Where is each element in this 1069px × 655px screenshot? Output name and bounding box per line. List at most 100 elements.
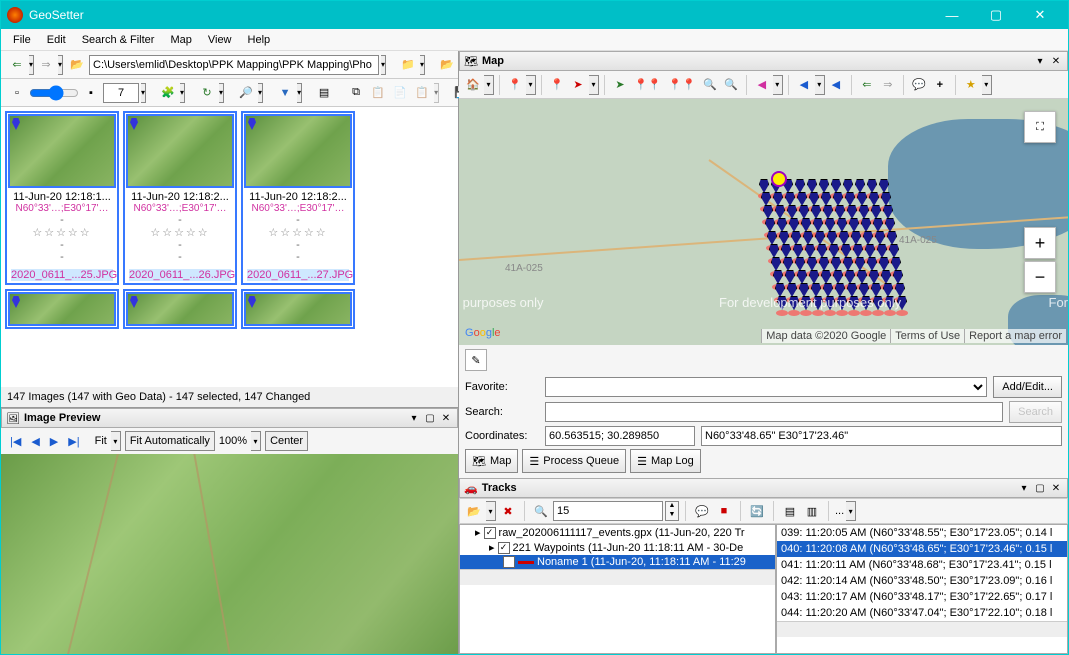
thumbnail-card[interactable]: 11-Jun-20 12:18:2... N60°33'…;E30°17'… -… (241, 111, 355, 285)
pin-yellow-icon[interactable]: 📍 (505, 74, 525, 96)
search-icon[interactable]: 🔎 (236, 82, 256, 104)
track-comment-icon[interactable]: 💬 (692, 500, 712, 522)
map-tool-home-icon[interactable]: 🏠 (463, 74, 483, 96)
menu-view[interactable]: View (200, 32, 240, 48)
track-more-label[interactable]: ... (835, 505, 844, 517)
star-drop[interactable]: ▾ (982, 75, 992, 95)
tracks-dropdown-icon[interactable]: ▾ (1017, 483, 1031, 494)
coords-dms-input[interactable] (701, 426, 1062, 446)
map-forward-icon[interactable]: ⇒ (878, 74, 898, 96)
flag-pink-drop[interactable]: ▾ (773, 75, 783, 95)
last-image-icon[interactable]: ▶| (65, 431, 82, 451)
list-scrollbar[interactable] (777, 621, 1067, 637)
map-close-icon[interactable]: ✕ (1049, 56, 1063, 67)
tree-gpx-row[interactable]: ▸ ✓ raw_202006111117_events.gpx (11-Jun-… (460, 525, 775, 540)
track-open-drop[interactable]: ▾ (486, 501, 496, 521)
thumb-stars[interactable]: ☆☆☆☆☆ (247, 226, 349, 239)
add-edit-button[interactable]: Add/Edit... (993, 376, 1062, 398)
path-input[interactable] (89, 55, 379, 75)
flag-pink-icon[interactable]: ◀ (752, 74, 772, 96)
preview-close-icon[interactable]: ✕ (439, 413, 453, 424)
menu-help[interactable]: Help (240, 32, 279, 48)
menu-search-filter[interactable]: Search & Filter (74, 32, 163, 48)
clipboard-icon[interactable]: 📄 (390, 82, 410, 104)
track-view2-icon[interactable]: ▥ (802, 500, 822, 522)
map-tool-home-drop[interactable]: ▾ (484, 75, 494, 95)
tracks-close-icon[interactable]: ✕ (1049, 483, 1063, 494)
track-spin-input[interactable] (553, 501, 663, 521)
nav-back-dropdown[interactable]: ▾ (29, 55, 34, 75)
fit-dropdown[interactable]: ▾ (111, 431, 121, 451)
nav-back-button[interactable]: ⇐ (7, 54, 27, 76)
track-list-row[interactable]: 044: 11:20:20 AM (N60°33'47.04"; E30°17'… (777, 605, 1067, 621)
map-dropdown-icon[interactable]: ▾ (1033, 56, 1047, 67)
crosshair-icon[interactable]: + (930, 74, 950, 96)
track-list-row[interactable]: 043: 11:20:17 AM (N60°33'48.17"; E30°17'… (777, 589, 1067, 605)
prev-image-icon[interactable]: ◀ (28, 431, 42, 451)
thumbnail-image[interactable] (126, 114, 234, 188)
folder-open-button[interactable]: 📂 (67, 54, 87, 76)
paste-icon[interactable]: 📋 (368, 82, 388, 104)
search-drop[interactable]: ▾ (258, 83, 263, 103)
refresh-drop[interactable]: ▾ (219, 83, 224, 103)
menu-edit[interactable]: Edit (39, 32, 74, 48)
tree-waypoints-row[interactable]: ▸ ✓ 221 Waypoints (11-Jun-20 11:18:11 AM… (460, 540, 775, 555)
star-icon[interactable]: ★ (961, 74, 981, 96)
thumb-stars[interactable]: ☆☆☆☆☆ (11, 226, 113, 239)
menu-map[interactable]: Map (162, 32, 199, 48)
thumbnail-card[interactable]: 11-Jun-20 12:18:2... N60°33'…;E30°17'… -… (123, 111, 237, 285)
thumb-zoom-slider[interactable] (29, 85, 79, 101)
tree-noname-row[interactable]: ✓ Noname 1 (11-Jun-20, 11:18:11 AM - 11:… (460, 555, 775, 569)
nav-forward-button[interactable]: ⇒ (36, 54, 56, 76)
send-to-icon[interactable]: ➤ (610, 74, 630, 96)
pin-red-nav-icon[interactable]: ➤ (568, 74, 588, 96)
zoom-area2-icon[interactable]: 🔍 (721, 74, 741, 96)
filter-icon[interactable]: ▼ (275, 82, 295, 104)
first-image-icon[interactable]: |◀ (7, 431, 24, 451)
view-mode-drop[interactable]: ▾ (180, 83, 185, 103)
nav-forward-dropdown[interactable]: ▾ (58, 55, 63, 75)
tracks-header[interactable]: 🚗 Tracks ▾ ▢ ✕ (459, 478, 1068, 498)
spin-up-icon[interactable]: ▲ (666, 502, 678, 511)
maximize-button[interactable]: ▢ (974, 1, 1018, 29)
view-mode-icon[interactable]: 🧩 (158, 82, 178, 104)
track-sync-icon[interactable]: 🔄 (747, 500, 767, 522)
paste2-drop[interactable]: ▾ (434, 83, 439, 103)
thumbnail-card[interactable] (241, 289, 355, 329)
thumb-stars[interactable]: ☆☆☆☆☆ (129, 226, 231, 239)
thumbnail-card[interactable] (123, 289, 237, 329)
edit-coord-icon[interactable]: ✎ (465, 349, 487, 371)
zoom-out-icon[interactable]: ▫ (7, 82, 27, 104)
flag-blue2-icon[interactable]: ◀ (826, 74, 846, 96)
wp-checkbox[interactable]: ✓ (498, 542, 510, 554)
comment-icon[interactable]: 💬 (909, 74, 929, 96)
thumb-zoom-value[interactable] (103, 83, 139, 103)
tab-map[interactable]: 🗺Map (465, 449, 518, 473)
gpx-checkbox[interactable]: ✓ (484, 527, 496, 539)
pins-cluster2-icon[interactable]: 📍📍 (665, 74, 698, 96)
menu-file[interactable]: File (5, 32, 39, 48)
thumbnail-card[interactable] (5, 289, 119, 329)
attrib-terms[interactable]: Terms of Use (890, 329, 964, 343)
thumb-zoom-dropdown[interactable]: ▾ (141, 83, 146, 103)
folder-fav-dropdown[interactable]: ▾ (420, 55, 425, 75)
map-header[interactable]: 🗺 Map ▾ ✕ (459, 51, 1068, 71)
zoom-percent-dropdown[interactable]: ▾ (251, 431, 261, 451)
fullscreen-icon[interactable]: ⛶ (1024, 111, 1056, 143)
flag-blue-icon[interactable]: ◀ (794, 74, 814, 96)
track-list-row[interactable]: 041: 11:20:11 AM (N60°33'48.68"; E30°17'… (777, 557, 1067, 573)
preview-header[interactable]: 🖼 Image Preview ▾ ▢ ✕ (1, 408, 458, 428)
track-close-icon[interactable]: ✖ (498, 500, 518, 522)
track-view1-icon[interactable]: ▤ (780, 500, 800, 522)
refresh-icon[interactable]: ↻ (197, 82, 217, 104)
fit-mode-button[interactable]: Fit Automatically (125, 431, 215, 451)
folder-tree-icon[interactable]: 📂 (437, 54, 457, 76)
tracks-tree[interactable]: ▸ ✓ raw_202006111117_events.gpx (11-Jun-… (459, 524, 776, 654)
map-canvas[interactable]: 41A-025 41A-025 ⛶ + − velopment purposes… (459, 99, 1068, 345)
folder-fav-icon[interactable]: 📁 (398, 54, 418, 76)
center-button[interactable]: Center (265, 431, 308, 451)
preview-image[interactable] (1, 454, 458, 654)
thumbnail-card[interactable]: 11-Jun-20 12:18:1... N60°33'…;E30°17'… -… (5, 111, 119, 285)
attrib-report[interactable]: Report a map error (964, 329, 1066, 343)
track-zoom-icon[interactable]: 🔍 (531, 500, 551, 522)
